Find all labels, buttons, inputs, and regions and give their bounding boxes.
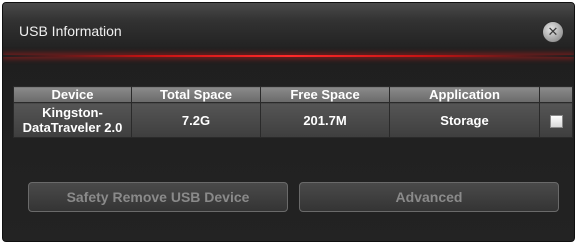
close-icon: ✕ xyxy=(547,24,559,39)
select-cell xyxy=(539,102,573,138)
application-cell: Storage xyxy=(389,102,540,138)
column-header-total-space: Total Space xyxy=(131,86,261,103)
table-row[interactable]: Kingston- DataTraveler 2.0 7.2G 201.7M S… xyxy=(13,102,573,138)
usb-information-dialog: USB Information ✕ Device Total Space Fre… xyxy=(2,2,575,242)
column-header-select xyxy=(539,86,573,103)
column-header-application: Application xyxy=(389,86,540,103)
column-header-free-space: Free Space xyxy=(260,86,390,103)
advanced-button[interactable]: Advanced xyxy=(299,182,559,212)
safety-remove-usb-button[interactable]: Safety Remove USB Device xyxy=(28,182,288,212)
device-name-cell: Kingston- DataTraveler 2.0 xyxy=(13,102,132,138)
device-select-checkbox[interactable] xyxy=(549,114,563,128)
total-space-cell: 7.2G xyxy=(131,102,261,138)
usb-device-table: Device Total Space Free Space Applicatio… xyxy=(13,86,573,138)
dialog-title: USB Information xyxy=(19,23,122,39)
close-button[interactable]: ✕ xyxy=(542,21,564,43)
column-header-device: Device xyxy=(13,86,132,103)
table-header-row: Device Total Space Free Space Applicatio… xyxy=(13,86,573,103)
title-bar: USB Information ✕ xyxy=(3,3,574,55)
free-space-cell: 201.7M xyxy=(260,102,390,138)
accent-divider xyxy=(3,55,574,57)
